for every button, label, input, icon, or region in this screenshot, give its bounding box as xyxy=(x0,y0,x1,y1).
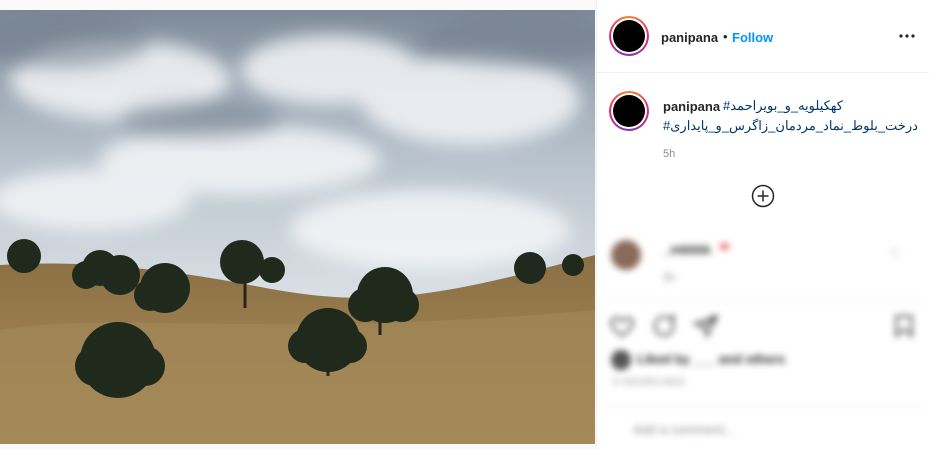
separator-dot: • xyxy=(723,29,728,44)
action-bar xyxy=(597,300,929,350)
caption-username[interactable]: panipana xyxy=(663,99,720,114)
post-header: panipana • Follow xyxy=(597,0,929,73)
post-date[interactable]: 5 HOURS AGO xyxy=(613,377,685,388)
commenter-avatar[interactable] xyxy=(611,240,641,270)
comment-timestamp: 5h xyxy=(663,272,676,284)
plus-circle-icon[interactable] xyxy=(751,184,775,208)
comment-bubble-icon[interactable] xyxy=(651,313,677,339)
red-heart-emoji: ❤ xyxy=(719,240,730,255)
liker-avatar[interactable] xyxy=(611,350,631,370)
post-photo[interactable] xyxy=(0,10,595,444)
comment-username[interactable]: _mkkkk xyxy=(663,242,711,257)
add-comment-box[interactable]: Add a comment... xyxy=(597,405,929,449)
share-icon[interactable] xyxy=(692,313,719,339)
caption-hashtag-1[interactable]: #کهکیلویه_و_بویراحمد xyxy=(723,98,843,114)
heart-icon[interactable]: ♡ xyxy=(889,246,901,262)
like-heart-icon[interactable] xyxy=(609,313,635,339)
more-dots-icon[interactable] xyxy=(895,24,919,48)
caption-avatar[interactable] xyxy=(609,91,649,131)
comment-input[interactable]: Add a comment... xyxy=(633,422,735,437)
post-username[interactable]: panipana xyxy=(661,30,718,45)
post-side-panel: panipana • Follow panipana #کهکیلویه_و_ب… xyxy=(596,0,929,449)
follow-button[interactable]: Follow xyxy=(732,30,773,45)
caption-hashtag-2[interactable]: #درخت_بلوط_نماد_مردمان_زاگرس_و_پایداری xyxy=(663,118,918,134)
likes-text: Liked by ___ and others xyxy=(637,351,786,367)
bookmark-icon[interactable] xyxy=(891,313,917,339)
likes-summary[interactable]: Liked by ___ and others xyxy=(611,350,785,370)
caption-timestamp[interactable]: 5h xyxy=(663,148,675,160)
avatar[interactable] xyxy=(609,16,649,56)
